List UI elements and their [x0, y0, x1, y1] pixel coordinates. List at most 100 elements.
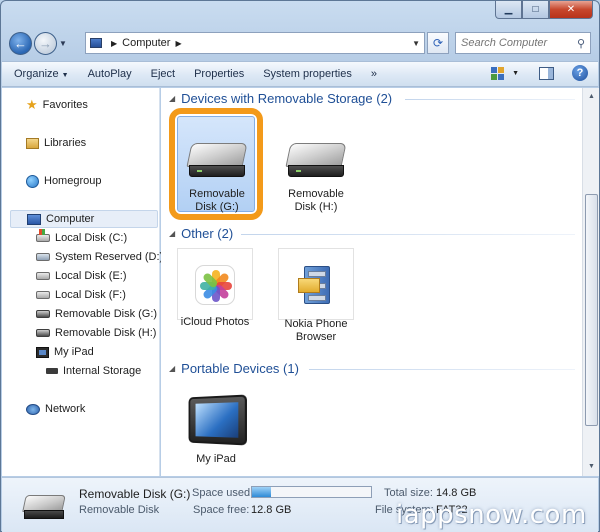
nav-favorites-label: Favorites [43, 99, 88, 111]
address-history-dropdown[interactable]: ▼ [412, 39, 420, 48]
tile-label: Browser [296, 331, 336, 344]
file-cabinet-icon [298, 262, 334, 306]
nav-drive-c[interactable]: Local Disk (C:) [36, 229, 127, 247]
breadcrumb-computer[interactable]: Computer [122, 37, 170, 49]
group-header-label: Other (2) [181, 226, 233, 241]
local-disk-icon [36, 234, 50, 242]
space-free-label: Space free: [193, 504, 249, 516]
chevron-down-icon: ▼ [62, 72, 69, 79]
command-bar: Organize ▼ AutoPlay Eject Properties Syst… [2, 61, 598, 87]
homegroup-icon [26, 175, 39, 188]
selected-item-name: Removable Disk (G:) [79, 487, 190, 501]
ipad-icon [189, 394, 247, 445]
local-disk-icon [36, 253, 50, 261]
nav-network[interactable]: Network [26, 400, 85, 418]
search-input[interactable] [461, 37, 576, 49]
nav-drive-label: My iPad [54, 346, 94, 358]
organize-label: Organize [14, 68, 59, 80]
vertical-scrollbar[interactable]: ▲ ▼ [582, 88, 599, 476]
more-commands-button[interactable]: » [371, 68, 377, 80]
view-controls: ▼ ? [491, 65, 588, 81]
removable-disk-icon [36, 329, 50, 337]
scroll-thumb[interactable] [585, 194, 598, 426]
tile-my-ipad[interactable]: My iPad [176, 396, 256, 466]
navigation-pane: ★ Favorites Libraries Homegroup Computer… [2, 88, 160, 476]
space-free-value: 12.8 GB [251, 504, 291, 516]
autoplay-button[interactable]: AutoPlay [88, 68, 132, 80]
nav-libraries-label: Libraries [44, 137, 86, 149]
breadcrumb-arrow-icon[interactable]: ▶ [175, 39, 181, 48]
nav-internal-storage[interactable]: Internal Storage [46, 362, 141, 380]
change-view-icon[interactable] [491, 67, 504, 80]
content-pane: ◢ Devices with Removable Storage (2) Rem… [161, 88, 582, 476]
computer-icon [90, 38, 102, 48]
nav-my-ipad[interactable]: My iPad [36, 343, 94, 361]
tile-icloud-photos[interactable]: iCloud Photos [175, 265, 255, 329]
breadcrumb-arrow-icon[interactable]: ▶ [111, 39, 117, 48]
back-button[interactable]: ← [9, 32, 32, 55]
properties-button[interactable]: Properties [194, 68, 244, 80]
group-removable-storage[interactable]: ◢ Devices with Removable Storage (2) [169, 90, 392, 106]
tile-label: Nokia Phone [285, 318, 348, 331]
refresh-button[interactable]: ⟳ [427, 32, 449, 54]
minimize-button[interactable]: ▁ [495, 1, 522, 19]
help-icon[interactable]: ? [572, 65, 588, 81]
scroll-up-icon[interactable]: ▲ [585, 90, 598, 104]
tile-label: Removable [288, 188, 344, 201]
organize-button[interactable]: Organize ▼ [14, 68, 69, 80]
system-properties-button[interactable]: System properties [263, 68, 352, 80]
ipad-icon [36, 347, 49, 358]
network-icon [26, 404, 40, 415]
nav-homegroup[interactable]: Homegroup [26, 172, 101, 190]
group-divider [309, 369, 575, 370]
nav-favorites[interactable]: ★ Favorites [26, 96, 88, 114]
nav-drive-label: System Reserved (D:) [55, 251, 163, 263]
tile-label: Removable [189, 188, 245, 201]
nav-network-label: Network [45, 403, 85, 415]
maximize-button[interactable]: □ [522, 1, 549, 19]
refresh-icon: ⟳ [433, 36, 443, 50]
tile-label: Disk (G:) [195, 201, 238, 214]
recent-pages-dropdown[interactable]: ▼ [57, 39, 69, 48]
nav-drive-h[interactable]: Removable Disk (H:) [36, 324, 156, 342]
preview-pane-icon[interactable] [539, 67, 554, 80]
nav-drive-label: Local Disk (C:) [55, 232, 127, 244]
address-bar[interactable]: ▶ Computer ▶ ▼ [85, 32, 425, 54]
space-used-bar [251, 486, 372, 498]
forward-button[interactable]: → [34, 32, 57, 55]
scroll-down-icon[interactable]: ▼ [585, 460, 598, 474]
nav-internal-storage-label: Internal Storage [63, 365, 141, 377]
storage-icon [46, 368, 58, 374]
nav-drive-f[interactable]: Local Disk (F:) [36, 286, 126, 304]
nav-homegroup-label: Homegroup [44, 175, 101, 187]
collapse-triangle-icon: ◢ [169, 94, 175, 103]
forward-arrow-icon: → [39, 36, 52, 51]
group-portable-devices[interactable]: ◢ Portable Devices (1) [169, 360, 299, 376]
close-button[interactable]: ✕ [549, 1, 593, 19]
nav-drive-e[interactable]: Local Disk (E:) [36, 267, 127, 285]
icloud-photos-icon [195, 265, 235, 305]
tile-nokia-browser[interactable]: Nokia Phone Browser [276, 262, 356, 344]
nav-drive-d[interactable]: System Reserved (D:) [36, 248, 163, 266]
view-options-dropdown[interactable]: ▼ [512, 70, 519, 77]
nav-drive-g[interactable]: Removable Disk (G:) [36, 305, 157, 323]
back-arrow-icon: ← [14, 36, 27, 51]
total-size-value: 14.8 GB [436, 487, 476, 499]
group-other[interactable]: ◢ Other (2) [169, 225, 233, 241]
space-used-fill [252, 487, 271, 497]
nav-computer[interactable]: Computer [10, 210, 158, 228]
eject-button[interactable]: Eject [151, 68, 175, 80]
search-box[interactable]: ⚲ [455, 32, 591, 54]
drive-tile-h[interactable]: Removable Disk (H:) [276, 143, 356, 214]
explorer-window: ▁ □ ✕ ← → ▼ ▶ Computer ▶ ▼ ⟳ ⚲ Organize▼… [0, 0, 600, 532]
star-icon: ★ [26, 97, 38, 113]
nav-drive-label: Local Disk (E:) [55, 270, 127, 282]
nav-computer-label: Computer [46, 213, 94, 225]
search-icon[interactable]: ⚲ [577, 37, 585, 50]
nav-drive-label: Local Disk (F:) [55, 289, 126, 301]
nav-libraries[interactable]: Libraries [26, 134, 86, 152]
collapse-triangle-icon: ◢ [169, 229, 175, 238]
drive-tile-g[interactable]: Removable Disk (G:) [177, 143, 257, 214]
total-size-label: Total size: [384, 487, 433, 499]
local-disk-icon [36, 272, 50, 280]
